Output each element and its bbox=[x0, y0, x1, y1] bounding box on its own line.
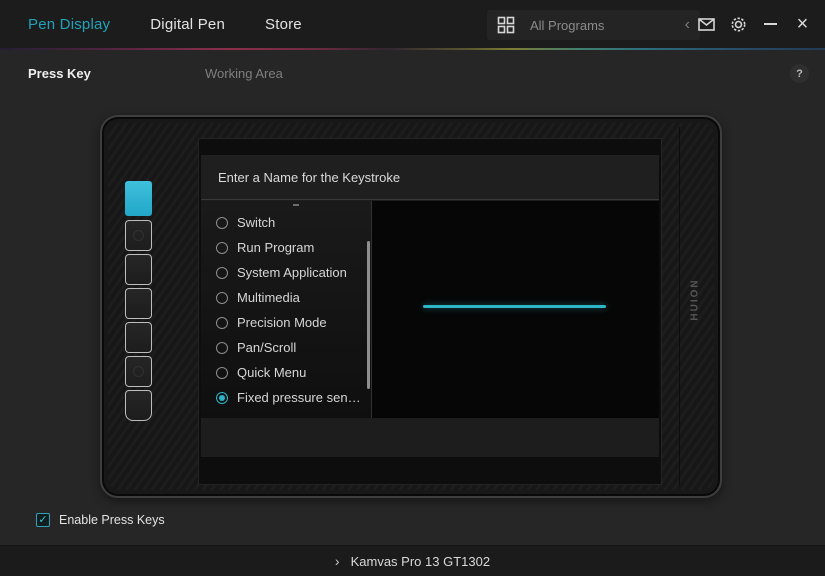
check-icon: ✓ bbox=[38, 514, 47, 526]
option-multimedia[interactable]: Multimedia bbox=[201, 285, 371, 310]
chevron-right-icon[interactable]: › bbox=[335, 553, 340, 569]
tab-digital-pen[interactable]: Digital Pen bbox=[150, 16, 225, 33]
apps-grid-icon bbox=[497, 16, 515, 34]
radio-icon[interactable] bbox=[216, 292, 228, 304]
device-name: Kamvas Pro 13 GT1302 bbox=[351, 554, 490, 569]
list-scrollbar[interactable] bbox=[367, 241, 370, 389]
radio-icon[interactable] bbox=[216, 367, 228, 379]
accent-gradient-divider bbox=[0, 48, 825, 50]
subnav-working-area[interactable]: Working Area bbox=[205, 66, 283, 81]
press-key-button-5[interactable] bbox=[125, 322, 152, 353]
pressure-curve-panel bbox=[372, 201, 659, 418]
window-controls: × bbox=[698, 0, 811, 48]
radio-icon[interactable] bbox=[216, 217, 228, 229]
minimize-icon[interactable] bbox=[762, 16, 779, 33]
option-pan-scroll[interactable]: Pan/Scroll bbox=[201, 335, 371, 360]
gear-icon[interactable] bbox=[730, 16, 747, 33]
tablet-screen: Enter a Name for the Keystroke Switch Ru… bbox=[198, 138, 662, 485]
radio-icon[interactable] bbox=[216, 242, 228, 254]
option-switch[interactable]: Switch bbox=[201, 210, 371, 235]
enable-press-keys-row: ✓ Enable Press Keys bbox=[36, 513, 165, 527]
option-quick-menu[interactable]: Quick Menu bbox=[201, 360, 371, 385]
scroll-indicator bbox=[293, 204, 299, 206]
subnav-press-key[interactable]: Press Key bbox=[28, 66, 91, 81]
tab-pen-display[interactable]: Pen Display bbox=[28, 16, 110, 33]
radio-icon[interactable] bbox=[216, 392, 228, 404]
radio-icon[interactable] bbox=[216, 342, 228, 354]
program-selector-value: All Programs bbox=[530, 18, 604, 33]
mail-icon[interactable] bbox=[698, 16, 715, 33]
press-key-button-1[interactable] bbox=[125, 181, 152, 216]
radio-icon[interactable] bbox=[216, 317, 228, 329]
program-selector[interactable]: All Programs ‹ bbox=[487, 10, 700, 40]
help-icon[interactable]: ? bbox=[790, 64, 809, 83]
press-key-button-6[interactable] bbox=[125, 356, 152, 387]
keystroke-dialog: Enter a Name for the Keystroke Switch Ru… bbox=[201, 155, 659, 457]
dialog-body: Switch Run Program System Application Mu… bbox=[201, 201, 659, 418]
press-key-button-4[interactable] bbox=[125, 288, 152, 319]
option-run-program[interactable]: Run Program bbox=[201, 235, 371, 260]
press-key-button-3[interactable] bbox=[125, 254, 152, 285]
tablet-seam-line bbox=[679, 127, 680, 486]
option-system-application[interactable]: System Application bbox=[201, 260, 371, 285]
dialog-title: Enter a Name for the Keystroke bbox=[201, 155, 659, 200]
press-key-button-7[interactable] bbox=[125, 390, 152, 421]
radio-icon[interactable] bbox=[216, 267, 228, 279]
device-bar[interactable]: › Kamvas Pro 13 GT1302 bbox=[0, 545, 825, 576]
chevron-left-icon[interactable]: ‹ bbox=[685, 17, 690, 33]
key-glyph-icon bbox=[133, 366, 144, 377]
huion-logo: HUION bbox=[690, 277, 701, 323]
enable-press-keys-label: Enable Press Keys bbox=[59, 513, 165, 527]
tab-store[interactable]: Store bbox=[265, 16, 302, 33]
pressure-curve-line bbox=[423, 305, 606, 308]
tablet-device-illustration: Enter a Name for the Keystroke Switch Ru… bbox=[100, 115, 722, 498]
option-fixed-pressure[interactable]: Fixed pressure sensi... bbox=[201, 385, 371, 410]
enable-press-keys-checkbox[interactable]: ✓ bbox=[36, 513, 50, 527]
close-icon[interactable]: × bbox=[794, 16, 811, 33]
option-precision-mode[interactable]: Precision Mode bbox=[201, 310, 371, 335]
keystroke-option-list: Switch Run Program System Application Mu… bbox=[201, 201, 371, 418]
key-glyph-icon bbox=[133, 230, 144, 241]
press-key-button-2[interactable] bbox=[125, 220, 152, 251]
